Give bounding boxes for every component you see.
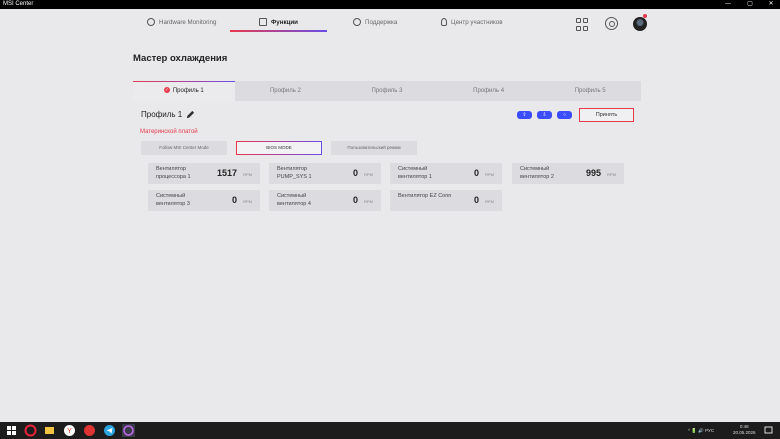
- tab-profile-2[interactable]: Профиль 2: [235, 81, 337, 101]
- nav-label: Центр участников: [451, 18, 503, 26]
- clock[interactable]: 0:48 20.05.2026: [733, 424, 756, 436]
- profile-name: Профиль 1: [141, 110, 183, 119]
- fan-rpm-unit: RPM: [243, 199, 252, 204]
- motherboard-section-label: Материнской платой: [140, 129, 198, 135]
- tab-profile-4[interactable]: Профиль 4: [438, 81, 540, 101]
- features-icon: [259, 18, 267, 26]
- edit-pencil-icon[interactable]: [186, 110, 195, 119]
- fan-name: Вентилятор PUMP_SYS 1: [277, 166, 312, 180]
- support-icon: [353, 18, 361, 26]
- close-button[interactable]: ✕: [764, 0, 778, 9]
- nav-support[interactable]: Поддержка: [353, 15, 397, 29]
- opera-browser-icon[interactable]: [24, 424, 37, 437]
- nav-label: Hardware Monitoring: [159, 18, 217, 26]
- fan-rpm-value: 1517: [216, 168, 237, 178]
- clock-date: 20.05.2026: [733, 430, 756, 435]
- fan-rpm-unit: RPM: [243, 172, 252, 177]
- tab-profile-5[interactable]: Профиль 5: [539, 81, 641, 101]
- apps-grid-icon[interactable]: [576, 18, 590, 32]
- fan-rpm-value: 0: [473, 195, 479, 205]
- window-title: MSI Center: [3, 1, 34, 7]
- fan-rpm-value: 0: [352, 195, 358, 205]
- svg-text:Y: Y: [67, 428, 72, 435]
- fan-rpm-unit: RPM: [364, 172, 373, 177]
- yandex-browser-icon[interactable]: Y: [63, 424, 76, 437]
- top-nav: Hardware Monitoring Функции Поддержка Це…: [0, 9, 780, 33]
- fan-name: Системный вентилятор 3: [156, 193, 190, 207]
- file-explorer-icon[interactable]: [43, 424, 56, 437]
- fan-card[interactable]: Системный вентилятор 4 0 RPM: [269, 190, 381, 211]
- reset-icon[interactable]: ○: [557, 111, 572, 119]
- nav-features[interactable]: Функции: [259, 15, 298, 29]
- tab-profile-3[interactable]: Профиль 3: [336, 81, 438, 101]
- fan-rpm-value: 0: [473, 168, 479, 178]
- fan-name: Вентилятор EZ Conn: [398, 193, 452, 199]
- fan-rpm-value: 995: [585, 168, 601, 178]
- taskbar: Y ^ 🔋 🔊 РУС 0:48 20.05.2026: [0, 422, 780, 439]
- notifications-icon[interactable]: [762, 424, 775, 437]
- nav-member-center[interactable]: Центр участников: [441, 15, 503, 29]
- fan-rpm-value: 0: [352, 168, 358, 178]
- nav-label: Функции: [271, 18, 298, 26]
- gauge-icon: [147, 18, 155, 26]
- mode-custom[interactable]: Пользовательский режим: [331, 141, 417, 155]
- page-title: Мастер охлаждения: [133, 53, 228, 64]
- windows-start-icon[interactable]: [5, 424, 18, 437]
- fan-card[interactable]: Системный вентилятор 1 0 RPM: [390, 163, 502, 184]
- active-nav-indicator: [230, 30, 327, 32]
- export-icon[interactable]: ⇪: [517, 111, 532, 119]
- apply-button[interactable]: Принять: [579, 108, 634, 122]
- fan-card[interactable]: Вентилятор процессора 1 1517 RPM: [148, 163, 260, 184]
- settings-gear-icon[interactable]: [605, 17, 618, 30]
- fan-rpm-unit: RPM: [364, 199, 373, 204]
- fan-name: Системный вентилятор 2: [520, 166, 554, 180]
- fan-card[interactable]: Вентилятор PUMP_SYS 1 0 RPM: [269, 163, 381, 184]
- nav-hardware-monitoring[interactable]: Hardware Monitoring: [147, 15, 216, 29]
- mode-follow-msi-center[interactable]: Follow MSI Center Mode: [141, 141, 227, 155]
- fan-name: Системный вентилятор 1: [398, 166, 432, 180]
- nav-label: Поддержка: [365, 18, 398, 26]
- check-icon: ✓: [163, 87, 170, 94]
- import-icon[interactable]: ⇩: [537, 111, 552, 119]
- user-icon: [441, 18, 447, 26]
- maximize-button[interactable]: ▢: [743, 0, 757, 9]
- fan-card[interactable]: Системный вентилятор 2 995 RPM: [512, 163, 624, 184]
- user-avatar[interactable]: [633, 17, 647, 31]
- profile-tabs: ✓ Профиль 1 Профиль 2 Профиль 3 Профиль 4…: [133, 81, 641, 101]
- fan-name: Системный вентилятор 4: [277, 193, 311, 207]
- mode-bios[interactable]: BIOS MODE: [236, 141, 322, 155]
- msi-center-taskbar-icon[interactable]: [122, 424, 135, 437]
- fan-rpm-unit: RPM: [607, 172, 616, 177]
- notification-dot: [643, 14, 647, 18]
- fan-rpm-unit: RPM: [485, 172, 494, 177]
- system-tray[interactable]: ^ 🔋 🔊 РУС: [688, 422, 714, 439]
- fan-card[interactable]: Вентилятор EZ Conn 0 RPM: [390, 190, 502, 211]
- telegram-icon[interactable]: [103, 424, 116, 437]
- fan-rpm-value: 0: [231, 195, 237, 205]
- tab-profile-1[interactable]: ✓ Профиль 1: [133, 81, 235, 101]
- red-app-icon[interactable]: [83, 424, 96, 437]
- tab-label: Профиль 1: [172, 88, 204, 94]
- minimize-button[interactable]: —: [721, 0, 735, 9]
- fan-card[interactable]: Системный вентилятор 3 0 RPM: [148, 190, 260, 211]
- title-bar: MSI Center — ▢ ✕: [0, 0, 780, 9]
- fan-name: Вентилятор процессора 1: [156, 166, 191, 180]
- fan-rpm-unit: RPM: [485, 199, 494, 204]
